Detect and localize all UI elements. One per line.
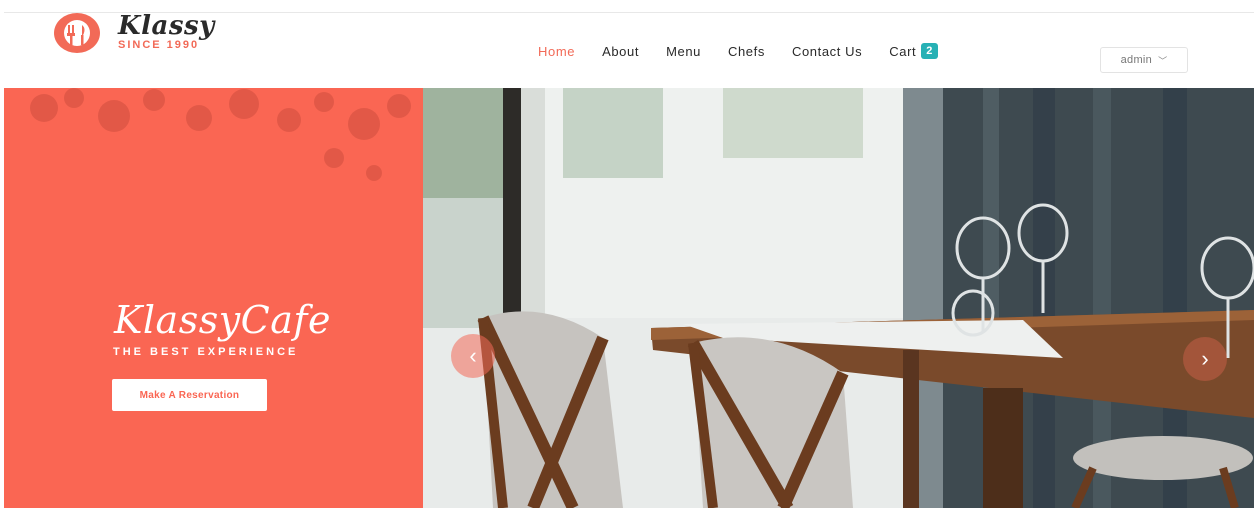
nav-cart[interactable]: Cart 2 [889, 43, 938, 59]
slider-prev-button[interactable]: ‹ [451, 334, 495, 378]
nav-contact-us[interactable]: Contact Us [792, 44, 862, 59]
chevron-right-icon: › [1201, 346, 1209, 371]
nav-chefs[interactable]: Chefs [728, 44, 765, 59]
brand-since: SINCE 1990 [118, 39, 200, 51]
chevron-down-icon: ﹀ [1158, 55, 1168, 66]
site-header: Klassy SINCE 1990 Home About Menu Chefs … [4, 11, 1254, 89]
cart-count-badge: 2 [921, 43, 938, 59]
hero-panel: KlassyCafe THE BEST EXPERIENCE Make A Re… [4, 88, 423, 508]
slider-next-button[interactable]: › [1183, 337, 1227, 381]
nav-about[interactable]: About [602, 44, 639, 59]
hero-title: KlassyCafe [114, 298, 331, 342]
user-dropdown[interactable]: admin ﹀ [1100, 47, 1188, 73]
hero-tagline: THE BEST EXPERIENCE [113, 346, 299, 358]
nav-cart-label: Cart [889, 43, 917, 59]
nav-menu[interactable]: Menu [666, 44, 701, 59]
make-reservation-button[interactable]: Make A Reservation [112, 379, 267, 411]
hero-image: ‹ › [423, 88, 1254, 508]
brand-name: Klassy [118, 11, 215, 41]
user-dropdown-value: admin [1120, 54, 1153, 66]
main-nav: Home About Menu Chefs Contact Us Cart 2 [538, 41, 965, 61]
logo[interactable]: Klassy SINCE 1990 [54, 11, 234, 59]
fork-knife-icon [54, 13, 100, 53]
nav-home[interactable]: Home [538, 44, 575, 59]
restaurant-photo [423, 88, 1254, 508]
chevron-left-icon: ‹ [469, 343, 477, 368]
floral-pattern [30, 88, 411, 181]
